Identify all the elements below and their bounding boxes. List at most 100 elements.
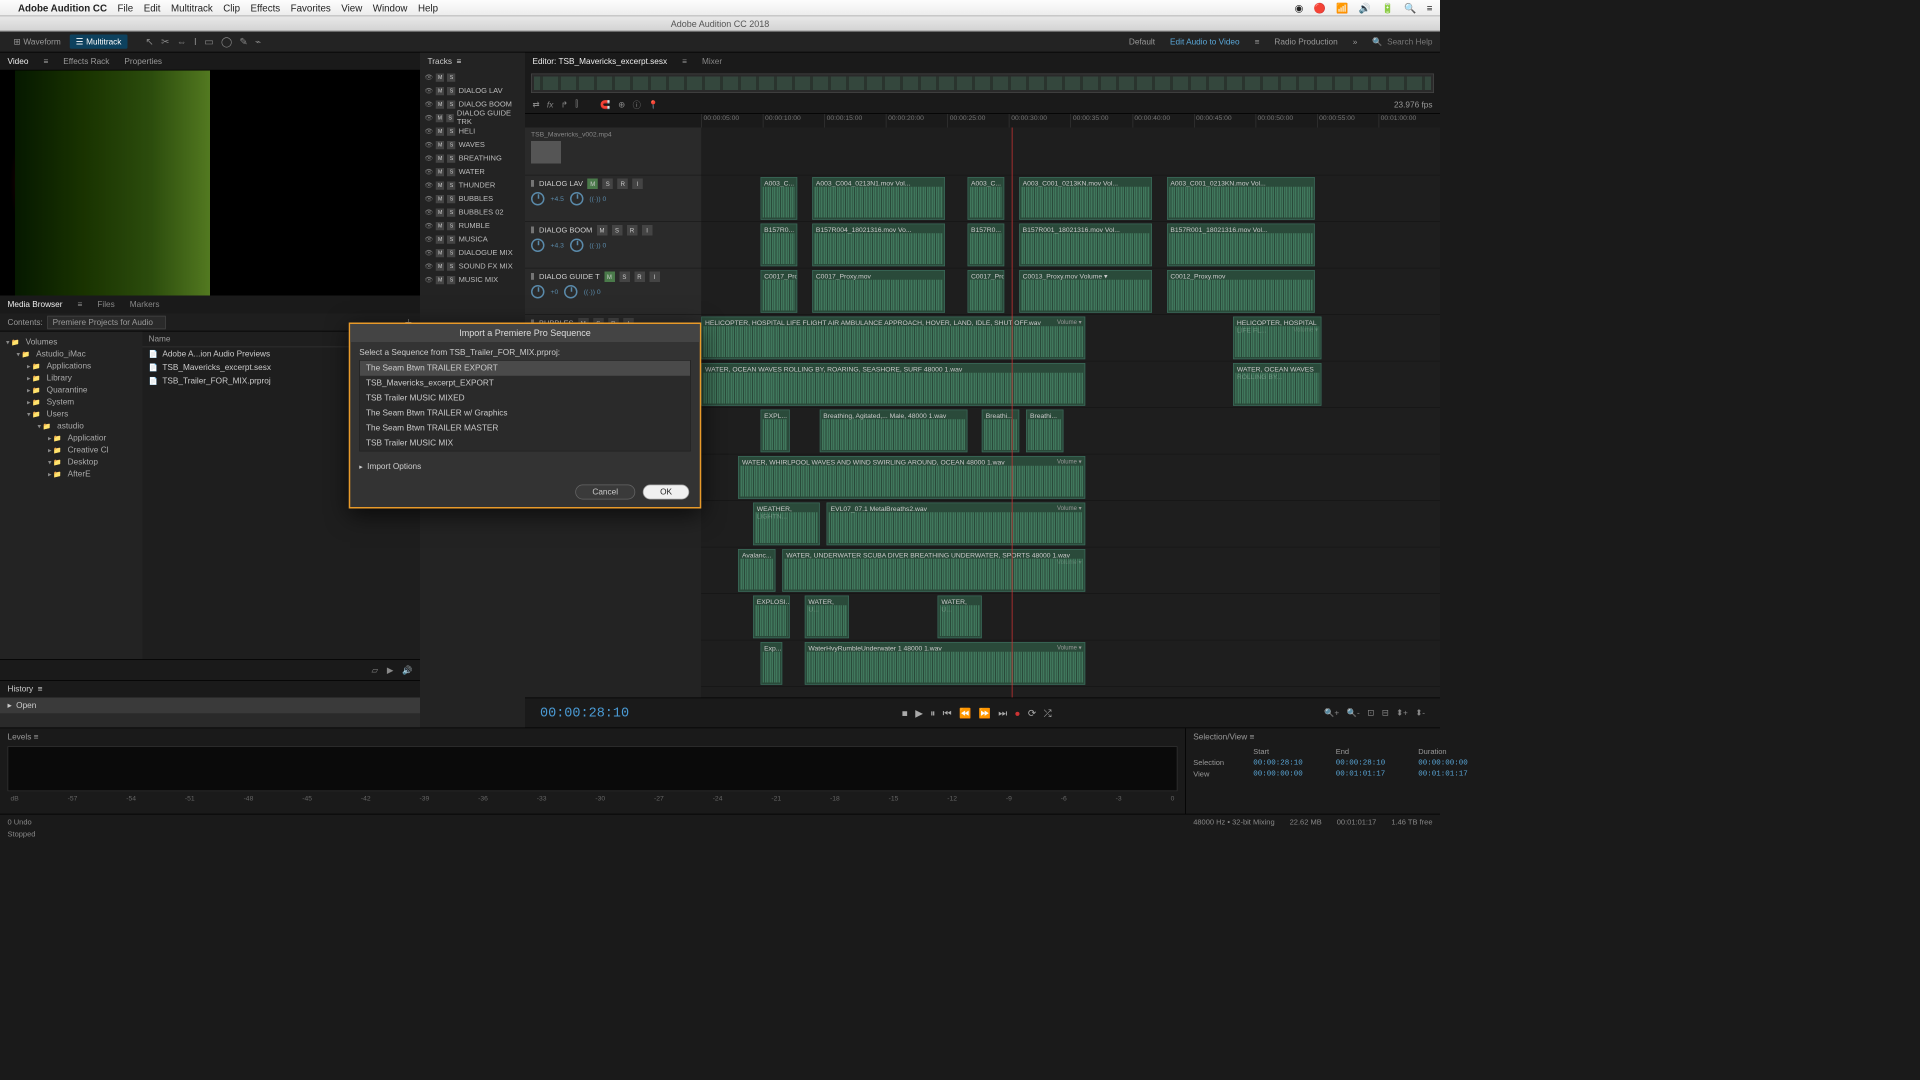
- menu-view[interactable]: View: [341, 2, 362, 13]
- audio-clip[interactable]: WATER, OCEAN WAVES ROLLING BY...: [1233, 363, 1322, 406]
- track-list-item[interactable]: MSDIALOGUE MIX: [420, 246, 525, 260]
- stop-button[interactable]: ■: [902, 707, 908, 719]
- zoom-in-icon[interactable]: 🔍+: [1324, 708, 1339, 718]
- skip-start-button[interactable]: ⏮: [943, 707, 952, 719]
- import-options-disclosure[interactable]: Import Options: [359, 462, 691, 471]
- menu-effects[interactable]: Effects: [251, 2, 281, 13]
- tool-marquee-icon[interactable]: ▭: [204, 36, 213, 48]
- col-name[interactable]: Name: [149, 335, 383, 344]
- workspace-radio[interactable]: Radio Production: [1274, 37, 1337, 46]
- tool-time-icon[interactable]: I: [194, 36, 197, 48]
- search-help-input[interactable]: Search Help: [1387, 37, 1432, 46]
- audio-clip[interactable]: WATER, UNDERWATER SCUBA DIVER BREATHING …: [783, 549, 1086, 592]
- track-list-item[interactable]: MSWAVES: [420, 138, 525, 152]
- sequence-list[interactable]: The Seam Btwn TRAILER EXPORTTSB_Maverick…: [359, 360, 691, 452]
- panel-menu-icon[interactable]: ≡: [682, 57, 687, 66]
- battery-icon[interactable]: 🔋: [1382, 2, 1394, 14]
- audio-clip[interactable]: Breathi...: [982, 410, 1019, 453]
- view-start[interactable]: 00:00:00:00: [1253, 770, 1328, 778]
- sequence-item[interactable]: TSB Trailer MUSIC MIX: [360, 436, 690, 451]
- audio-clip[interactable]: EVL07_07.1 MetalBreaths2.wavVolume ▾: [827, 503, 1086, 546]
- audio-clip[interactable]: Breathi...: [1026, 410, 1063, 453]
- menu-multitrack[interactable]: Multitrack: [171, 2, 213, 13]
- track-list-item[interactable]: MSBUBBLES: [420, 192, 525, 206]
- menu-file[interactable]: File: [118, 2, 134, 13]
- audio-clip[interactable]: HELICOPTER, HOSPITAL LIFE FL...Volume ▾: [1233, 317, 1322, 360]
- tree-item[interactable]: Desktop: [3, 456, 140, 468]
- track-list-item[interactable]: MSWATER: [420, 165, 525, 179]
- ed-tool-fx[interactable]: fx: [547, 100, 553, 109]
- play-preview-icon[interactable]: ▶: [387, 665, 393, 675]
- loop-button[interactable]: ⟳: [1028, 707, 1036, 719]
- view-end[interactable]: 00:01:01:17: [1336, 770, 1411, 778]
- timeline-ruler[interactable]: 00:00:05:0000:00:10:0000:00:15:0000:00:2…: [525, 114, 1440, 128]
- track-list-item[interactable]: MSTHUNDER: [420, 179, 525, 193]
- tab-video[interactable]: Video: [8, 55, 29, 67]
- audio-clip[interactable]: B157R0...: [967, 224, 1004, 267]
- track-list-item[interactable]: MSBREATHING: [420, 152, 525, 166]
- skip-selection-button[interactable]: ⤮: [1044, 707, 1052, 719]
- ed-snap-icon[interactable]: 🧲: [600, 100, 610, 110]
- audio-track-header[interactable]: ⫼DIALOG GUIDE TMSRI+0((·)) 0: [525, 269, 701, 316]
- audio-clip[interactable]: WEATHER, LIGHTN...: [753, 503, 819, 546]
- track-list-item[interactable]: MSMUSICA: [420, 233, 525, 247]
- ed-info-icon[interactable]: ⓘ: [633, 99, 641, 111]
- waveform-mode-button[interactable]: ⊞Waveform: [8, 35, 67, 49]
- sel-start[interactable]: 00:00:28:10: [1253, 759, 1328, 767]
- timecode-display[interactable]: 00:00:28:10: [540, 705, 629, 720]
- tab-effects-rack[interactable]: Effects Rack: [63, 55, 109, 67]
- workspace-more-icon[interactable]: »: [1353, 37, 1358, 46]
- tree-item[interactable]: Quarantine: [3, 384, 140, 396]
- sequence-item[interactable]: The Seam Btwn TRAILER MASTER: [360, 421, 690, 436]
- video-track-header[interactable]: TSB_Mavericks_v002.mp4: [525, 128, 701, 176]
- audio-clip[interactable]: WATER, WHIRLPOOL WAVES AND WIND SWIRLING…: [738, 456, 1085, 499]
- tree-item[interactable]: Applicatior: [3, 432, 140, 444]
- tree-item[interactable]: astudio: [3, 420, 140, 432]
- audio-clip[interactable]: C0013_Proxy.mov Volume ▾: [1019, 270, 1152, 313]
- file-tree[interactable]: Volumes Astudio_iMac Applications Librar…: [0, 332, 143, 660]
- ed-tool-send[interactable]: ↱: [561, 100, 568, 110]
- zoom-out-icon[interactable]: 🔍-: [1347, 708, 1360, 718]
- audio-clip[interactable]: A003_C001_0213KN.mov Vol...: [1019, 177, 1152, 220]
- menu-icon[interactable]: ≡: [1427, 2, 1433, 13]
- cc-icon[interactable]: ◉: [1295, 2, 1304, 14]
- tree-item[interactable]: AfterE: [3, 468, 140, 480]
- audio-clip[interactable]: B157R004_18021316.mov Vo...: [812, 224, 945, 267]
- audio-clip[interactable]: WATER, OCEAN WAVES ROLLING BY, ROARING, …: [701, 363, 1085, 406]
- audio-clip[interactable]: A003_C004_0213N1.mov Vol...: [812, 177, 945, 220]
- navigator-strip[interactable]: [531, 74, 1434, 94]
- sequence-item[interactable]: TSB_Mavericks_excerpt_EXPORT: [360, 376, 690, 391]
- audio-clip[interactable]: C0012_Proxy.mov: [1167, 270, 1315, 313]
- panel-menu-icon[interactable]: ≡: [43, 57, 48, 66]
- rewind-button[interactable]: ⏪: [959, 707, 971, 719]
- audio-clip[interactable]: A003_C...: [760, 177, 797, 220]
- multitrack-mode-button[interactable]: ☰Multitrack: [70, 35, 128, 49]
- track-list-item[interactable]: MSDIALOG GUIDE TRK: [420, 111, 525, 125]
- play-button[interactable]: ▶: [915, 707, 923, 719]
- audio-clip[interactable]: A003_C...: [967, 177, 1004, 220]
- volume-icon[interactable]: 🔊: [1359, 2, 1371, 14]
- audio-clip[interactable]: WATER, U...: [805, 596, 849, 639]
- audio-clip[interactable]: B157R001_18021316.mov Vol...: [1167, 224, 1315, 267]
- app-name[interactable]: Adobe Audition CC: [18, 2, 107, 13]
- track-list-item[interactable]: MSMUSIC MIX: [420, 273, 525, 287]
- tab-markers[interactable]: Markers: [130, 300, 160, 309]
- tree-item[interactable]: Creative Cl: [3, 444, 140, 456]
- menu-edit[interactable]: Edit: [144, 2, 161, 13]
- sequence-item[interactable]: The Seam Btwn TRAILER w/ Graphics: [360, 406, 690, 421]
- zoom-v-in-icon[interactable]: ⬍+: [1396, 708, 1408, 718]
- audio-track-header[interactable]: ⫼DIALOG LAVMSRI+4.5((·)) 0: [525, 176, 701, 223]
- spotlight-icon[interactable]: 🔍: [1404, 2, 1416, 14]
- tool-razor-icon[interactable]: ✂: [161, 36, 169, 48]
- tab-files[interactable]: Files: [97, 300, 114, 309]
- playhead[interactable]: [1012, 128, 1013, 698]
- zoom-full-icon[interactable]: ⊡: [1367, 708, 1374, 718]
- audio-clip[interactable]: EXPL...: [760, 410, 790, 453]
- tree-item[interactable]: Applications: [3, 360, 140, 372]
- ed-tool-eq[interactable]: ⫿: [575, 100, 578, 110]
- tree-item[interactable]: Astudio_iMac: [3, 348, 140, 360]
- workspace-menu-icon[interactable]: ≡: [1255, 37, 1260, 46]
- menu-favorites[interactable]: Favorites: [291, 2, 331, 13]
- view-dur[interactable]: 00:01:01:17: [1418, 770, 1493, 778]
- audio-clip[interactable]: Breathing, Agitated,... Male, 48000 1.wa…: [819, 410, 967, 453]
